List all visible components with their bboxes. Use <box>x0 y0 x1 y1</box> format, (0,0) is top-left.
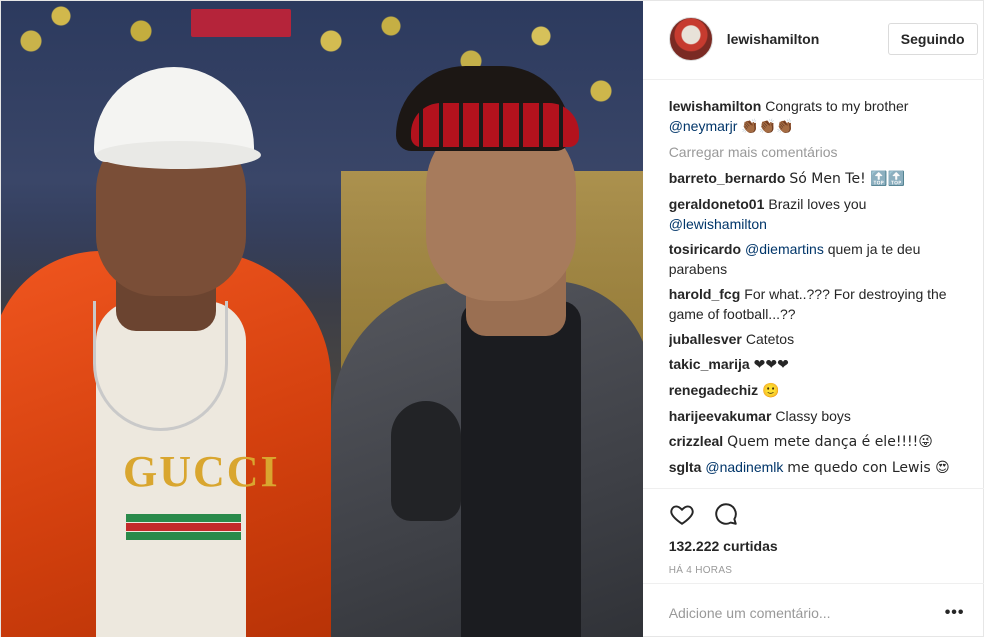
instagram-post: GUCCI lewishamilton Seguindo lewishamilt… <box>0 0 984 637</box>
list-item: tosiricardo @diemartins quem ja te deu pa… <box>669 239 979 279</box>
comment-mention[interactable]: @diemartins <box>745 241 824 257</box>
comment-username[interactable]: harold_fcg <box>669 286 741 302</box>
load-more-comments[interactable]: Carregar mais comentários <box>669 142 979 162</box>
shirt-stripe <box>126 514 241 522</box>
comment-username[interactable]: juballesver <box>669 331 742 347</box>
caption-text: Congrats to my brother <box>765 98 909 114</box>
person-right-shirt <box>461 301 581 637</box>
following-button[interactable]: Seguindo <box>887 23 978 55</box>
comment-username[interactable]: takic_marija <box>669 356 750 372</box>
likes-count[interactable]: 132.222 curtidas <box>669 538 778 554</box>
jacket-rose-patch <box>391 401 461 521</box>
comment-text: Classy boys <box>775 408 851 424</box>
comments-list: lewishamilton Congrats to my brother @ney… <box>669 96 979 489</box>
list-item: renegadechiz 🙂 <box>669 380 979 401</box>
list-item: juballesver Catetos <box>669 329 979 349</box>
comment-text: Quem mete dança é ele!!!!😜 <box>727 434 933 450</box>
list-item: harold_fcg For what..??? For destroying t… <box>669 284 979 324</box>
avatar[interactable] <box>668 17 713 61</box>
comment-text: Só Men Te! 🔝🔝 <box>789 171 906 187</box>
shirt-stripe <box>126 532 241 540</box>
person-right-headband <box>411 103 579 147</box>
list-item: geraldoneto01 Brazil loves you @lewishami… <box>669 194 979 234</box>
post-header: lewishamilton Seguindo <box>642 1 984 80</box>
add-comment-bar: ••• <box>642 583 984 637</box>
comment-username[interactable]: tosiricardo <box>669 241 741 257</box>
comment-text: me quedo con Lewis 😍 <box>787 460 950 476</box>
list-item: barreto_bernardo Só Men Te! 🔝🔝 <box>669 168 979 189</box>
comment-username[interactable]: sglta <box>669 459 702 475</box>
more-options-icon[interactable]: ••• <box>945 604 965 622</box>
person-left-cap-brim <box>96 141 261 169</box>
comment-bubble-icon[interactable] <box>713 501 739 527</box>
comment-username[interactable]: barreto_bernardo <box>669 170 786 186</box>
post-actions: 132.222 curtidas HÁ 4 HORAS <box>642 488 984 576</box>
comment-username[interactable]: geraldoneto01 <box>669 196 765 212</box>
comment-text: Catetos <box>745 331 795 347</box>
list-item: crizzleal Quem mete dança é ele!!!!😜 <box>669 431 979 452</box>
heart-icon[interactable] <box>669 501 695 527</box>
post-photo[interactable]: GUCCI <box>1 1 643 637</box>
comment-text: 🙂 <box>762 383 780 399</box>
comment-username[interactable]: renegadechiz <box>669 382 758 398</box>
post-sidebar: lewishamilton Seguindo lewishamilton Cong… <box>642 1 984 637</box>
comment-username[interactable]: harijeevakumar <box>669 408 772 424</box>
comment-text: Brazil loves you <box>768 196 867 212</box>
comment-username[interactable]: crizzleal <box>669 433 723 449</box>
caption-mention[interactable]: @neymarjr <box>669 118 738 134</box>
post-timestamp: HÁ 4 HORAS <box>668 565 733 576</box>
comment-mention[interactable]: @lewishamilton <box>669 216 767 232</box>
comment-mention[interactable]: @nadinemlk <box>705 459 783 475</box>
caption: lewishamilton Congrats to my brother @ney… <box>669 96 979 137</box>
shirt-stripe <box>126 523 241 531</box>
list-item: takic_marija ❤❤❤ <box>669 354 979 375</box>
caption-username[interactable]: lewishamilton <box>669 98 762 114</box>
arena-banner <box>191 9 291 37</box>
header-username[interactable]: lewishamilton <box>727 31 820 47</box>
caption-emoji: 👏🏾👏🏾👏🏾 <box>741 119 794 135</box>
list-item: harijeevakumar Classy boys <box>669 406 979 426</box>
person-left-chain <box>93 301 228 431</box>
comment-text: ❤❤❤ <box>753 357 789 373</box>
add-comment-input[interactable] <box>668 602 929 624</box>
shirt-logo-text: GUCCI <box>123 447 280 496</box>
list-item: sglta @nadinemlk me quedo con Lewis 😍 <box>669 457 979 478</box>
